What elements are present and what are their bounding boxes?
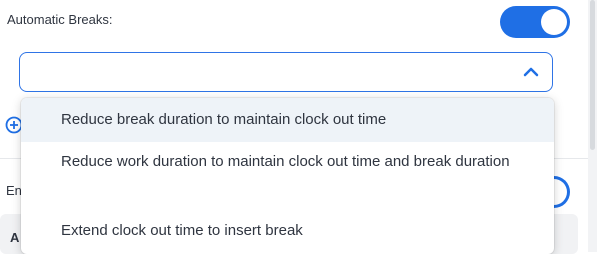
- dropdown-option-reduce-work[interactable]: Reduce work duration to maintain clock o…: [21, 142, 554, 208]
- scrollbar[interactable]: [588, 0, 597, 252]
- automatic-breaks-toggle[interactable]: [500, 6, 570, 38]
- dropdown-option-extend-clock-out[interactable]: Extend clock out time to insert break: [21, 208, 554, 254]
- automatic-breaks-select[interactable]: [19, 52, 553, 92]
- chevron-up-icon[interactable]: [522, 65, 540, 79]
- automatic-breaks-label: Automatic Breaks:: [7, 12, 113, 27]
- toggle-knob: [541, 9, 567, 35]
- settings-panel: Automatic Breaks: En A Reduce break dura…: [0, 0, 588, 254]
- next-card-label: A: [10, 230, 20, 245]
- scrollbar-thumb[interactable]: [590, 0, 595, 150]
- next-setting-label: En: [6, 183, 22, 198]
- break-options-dropdown: Reduce break duration to maintain clock …: [21, 98, 554, 254]
- dropdown-option-reduce-break[interactable]: Reduce break duration to maintain clock …: [21, 98, 554, 142]
